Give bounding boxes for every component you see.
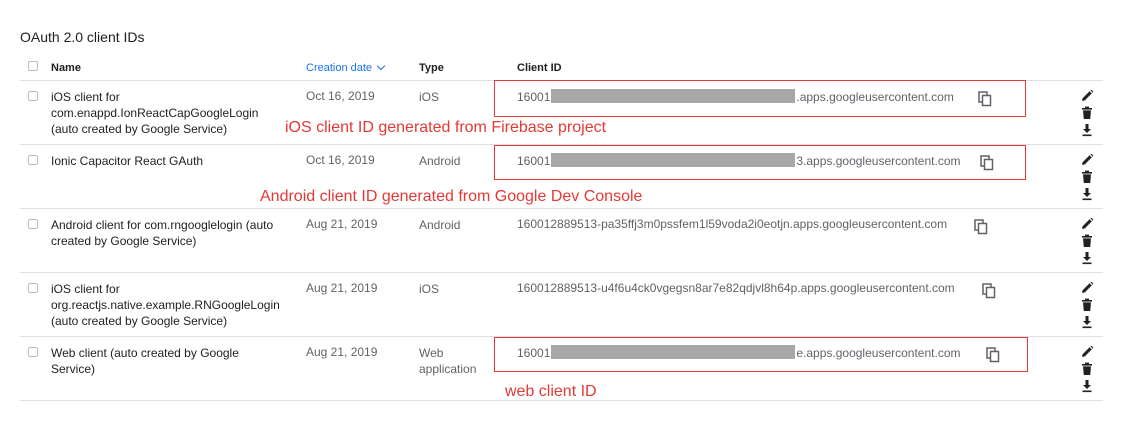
client-id-prefix: 160012889513-pa35ffj3m0pssfem1l59voda2i0…: [517, 217, 948, 231]
row-actions: [1080, 89, 1094, 140]
client-name-line: Android client for com.rngooglelogin (au…: [51, 218, 274, 232]
download-icon[interactable]: [1080, 187, 1094, 201]
web-annotation: web client ID: [505, 383, 597, 400]
edit-icon[interactable]: [1080, 217, 1094, 231]
download-icon[interactable]: [1080, 123, 1094, 137]
copy-icon[interactable]: [982, 283, 996, 299]
client-name-line: com.enappd.IonReactCapGoogleLogin: [51, 106, 259, 120]
row-checkbox[interactable]: [28, 347, 38, 357]
client-type: Android: [419, 217, 499, 233]
table-header: Name Creation date Type Client ID: [20, 56, 1103, 81]
client-id-prefix: 160012889513-u4f6u4ck0vgegsn8ar7e82qdjvl…: [517, 281, 955, 295]
select-all-checkbox[interactable]: [28, 61, 38, 71]
client-type: Web application: [419, 345, 499, 377]
client-type-line: Android: [419, 154, 461, 168]
column-header-client-id[interactable]: Client ID: [517, 62, 562, 74]
client-type-line: Web: [419, 346, 444, 360]
creation-date: Aug 21, 2019: [306, 217, 378, 231]
section-title: OAuth 2.0 client IDs: [20, 29, 145, 45]
client-id-value: 160012889513-pa35ffj3m0pssfem1l59voda2i0…: [517, 217, 947, 231]
client-type: Android: [419, 153, 499, 169]
row-checkbox[interactable]: [28, 91, 38, 101]
client-name-line: iOS client for: [51, 282, 120, 296]
client-type-line: Android: [419, 218, 461, 232]
client-id-value: 160012889513-u4f6u4ck0vgegsn8ar7e82qdjvl…: [517, 281, 955, 295]
copy-icon[interactable]: [974, 219, 988, 235]
android-annotation: Android client ID generated from Google …: [260, 188, 643, 205]
client-name-link[interactable]: Android client for com.rngooglelogin (au…: [51, 217, 291, 249]
row-checkbox[interactable]: [28, 283, 38, 293]
client-name-line: Web client (auto created by Google: [51, 346, 239, 360]
ios-annotation: iOS client ID generated from Firebase pr…: [285, 119, 607, 136]
edit-icon[interactable]: [1080, 89, 1094, 103]
creation-date: Aug 21, 2019: [306, 281, 378, 295]
client-name-link[interactable]: iOS client for org.reactjs.native.example…: [51, 281, 291, 329]
delete-icon[interactable]: [1080, 234, 1094, 248]
column-header-type[interactable]: Type: [419, 62, 444, 74]
android-highlight-box: [494, 145, 1026, 180]
download-icon[interactable]: [1080, 251, 1094, 265]
row-checkbox[interactable]: [28, 155, 38, 165]
creation-date: Oct 16, 2019: [306, 89, 375, 103]
row-actions: [1080, 153, 1094, 204]
column-header-creation-date[interactable]: Creation date: [306, 61, 386, 74]
client-name-link[interactable]: Ionic Capacitor React GAuth: [51, 153, 291, 169]
creation-date: Aug 21, 2019: [306, 345, 378, 359]
edit-icon[interactable]: [1080, 153, 1094, 167]
creation-date: Oct 16, 2019: [306, 153, 375, 167]
client-name-line: (auto created by Google Service): [51, 314, 228, 328]
client-name-link[interactable]: iOS client for com.enappd.IonReactCapGoog…: [51, 89, 291, 137]
client-type-line: iOS: [419, 90, 440, 104]
row-checkbox[interactable]: [28, 219, 38, 229]
table-row: iOS client for org.reactjs.native.example…: [20, 273, 1103, 337]
delete-icon[interactable]: [1080, 106, 1094, 120]
edit-icon[interactable]: [1080, 281, 1094, 295]
column-header-creation-date-label: Creation date: [306, 62, 373, 74]
table-row: Android client for com.rngooglelogin (au…: [20, 209, 1103, 273]
column-header-name[interactable]: Name: [51, 62, 81, 74]
client-name-link[interactable]: Web client (auto created by Google Servic…: [51, 345, 291, 377]
row-actions: [1080, 345, 1094, 396]
client-name-line: org.reactjs.native.example.RNGoogleLogin: [51, 298, 280, 312]
client-type-line: application: [419, 362, 477, 376]
download-icon[interactable]: [1080, 379, 1094, 393]
row-actions: [1080, 281, 1094, 332]
client-type-line: iOS: [419, 282, 440, 296]
row-actions: [1080, 217, 1094, 268]
client-name-line: Ionic Capacitor React GAuth: [51, 154, 204, 168]
ios-highlight-box: [494, 80, 1026, 117]
delete-icon[interactable]: [1080, 170, 1094, 184]
edit-icon[interactable]: [1080, 345, 1094, 359]
delete-icon[interactable]: [1080, 298, 1094, 312]
web-highlight-box: [494, 337, 1028, 372]
client-name-line: Service): [51, 362, 96, 376]
download-icon[interactable]: [1080, 315, 1094, 329]
client-name-line: iOS client for: [51, 90, 120, 104]
client-type: iOS: [419, 89, 499, 105]
sort-descending-icon: [376, 61, 386, 71]
client-name-line: created by Google Service): [51, 234, 197, 248]
delete-icon[interactable]: [1080, 362, 1094, 376]
client-type: iOS: [419, 281, 499, 297]
client-name-line: (auto created by Google Service): [51, 122, 228, 136]
